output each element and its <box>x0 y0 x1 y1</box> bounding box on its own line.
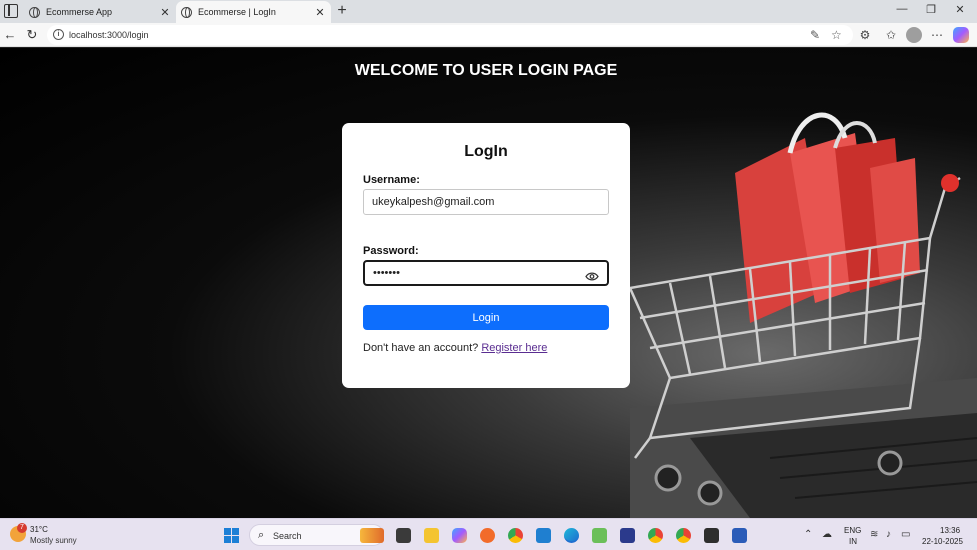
tab-label: Ecommerse App <box>46 7 113 17</box>
globe-icon <box>181 6 192 18</box>
sidebar-toggle-icon[interactable] <box>4 4 18 18</box>
profile-avatar[interactable] <box>906 27 922 43</box>
terminal-icon[interactable] <box>704 528 719 543</box>
back-icon[interactable]: ← <box>2 27 18 42</box>
read-aloud-icon[interactable]: ✎ <box>810 28 820 42</box>
copilot-app-icon[interactable] <box>452 528 467 543</box>
app-icon[interactable] <box>620 528 635 543</box>
password-label: Password: <box>363 245 419 257</box>
more-menu-icon[interactable]: ⋯ <box>929 28 945 42</box>
register-link[interactable]: Register here <box>481 342 547 354</box>
register-prompt-text: Don't have an account? <box>363 342 479 354</box>
login-card: LogIn Username: Password: Login Don't ha… <box>342 123 630 388</box>
clock-time[interactable]: 13:36 <box>940 526 960 535</box>
new-tab-icon[interactable]: + <box>334 2 350 20</box>
tab-close-icon[interactable]: ✕ <box>313 6 327 19</box>
tab-label: Ecommerse | LogIn <box>198 7 276 17</box>
address-bar-row: ← ↻ i localhost:3000/login ✎ ☆ ⚙ ✩ ⋯ <box>0 23 977 47</box>
task-view-icon[interactable] <box>396 528 411 543</box>
chrome-profile-2-icon[interactable] <box>676 528 691 543</box>
onedrive-icon[interactable]: ☁ <box>822 529 832 540</box>
file-explorer-icon[interactable] <box>424 528 439 543</box>
language-indicator[interactable]: ENG <box>844 526 861 535</box>
window-close-icon[interactable]: ✕ <box>951 3 969 16</box>
wifi-icon[interactable]: ≋ <box>870 529 878 540</box>
favorites-icon[interactable]: ✩ <box>883 28 899 42</box>
page-heading: WELCOME TO USER LOGIN PAGE <box>354 62 618 79</box>
volume-icon[interactable]: ♪ <box>886 529 891 540</box>
login-button[interactable]: Login <box>363 305 609 330</box>
chrome-profile-icon[interactable] <box>648 528 663 543</box>
widgets-app-icon[interactable] <box>360 528 384 543</box>
search-label: Search <box>273 531 302 541</box>
shopping-cart-image <box>630 112 977 518</box>
postman-icon[interactable] <box>480 528 495 543</box>
favorite-star-icon[interactable]: ☆ <box>831 28 842 42</box>
browser-tab-bar: Ecommerse App ✕ Ecommerse | LogIn ✕ + — … <box>0 0 977 23</box>
weather-temperature[interactable]: 31°C <box>30 525 48 534</box>
battery-icon[interactable]: ▭ <box>901 529 910 540</box>
extensions-icon[interactable]: ⚙ <box>857 28 873 42</box>
word-icon[interactable] <box>732 528 747 543</box>
photos-app-icon[interactable] <box>592 528 607 543</box>
globe-icon <box>29 6 40 18</box>
minimize-icon[interactable]: — <box>893 3 911 15</box>
page-viewport: WELCOME TO USER LOGIN PAGE LogIn Usernam… <box>0 48 977 518</box>
info-icon[interactable]: i <box>53 29 64 40</box>
show-password-eye-icon[interactable] <box>585 272 599 281</box>
address-bar[interactable]: i localhost:3000/login ✎ ☆ <box>47 25 853 45</box>
refresh-icon[interactable]: ↻ <box>24 27 40 43</box>
login-title: LogIn <box>464 143 508 160</box>
vscode-icon[interactable] <box>536 528 551 543</box>
start-button[interactable] <box>224 528 239 543</box>
region-indicator[interactable]: IN <box>849 537 857 546</box>
register-prompt: Don't have an account? Register here <box>363 342 547 354</box>
copilot-icon[interactable] <box>953 27 969 43</box>
edge-icon[interactable] <box>564 528 579 543</box>
search-icon: ⌕ <box>258 529 265 541</box>
username-label: Username: <box>363 174 420 186</box>
chevron-up-icon[interactable]: ⌃ <box>804 529 812 540</box>
chrome-icon[interactable] <box>508 528 523 543</box>
tab-ecommerse-app[interactable]: Ecommerse App ✕ <box>24 1 176 23</box>
weather-badge: 7 <box>17 523 27 533</box>
clock-date[interactable]: 22-10-2025 <box>922 537 963 546</box>
password-input[interactable] <box>363 260 609 286</box>
tab-close-icon[interactable]: ✕ <box>158 6 172 19</box>
username-input[interactable] <box>363 189 609 215</box>
taskbar: 7 31°C Mostly sunny ⌕ Search ⌃ ☁ ENG IN … <box>0 518 977 550</box>
weather-description[interactable]: Mostly sunny <box>30 536 77 545</box>
restore-icon[interactable]: ❐ <box>922 3 940 16</box>
url-text[interactable]: localhost:3000/login <box>69 30 149 40</box>
tab-login[interactable]: Ecommerse | LogIn ✕ <box>176 1 331 23</box>
